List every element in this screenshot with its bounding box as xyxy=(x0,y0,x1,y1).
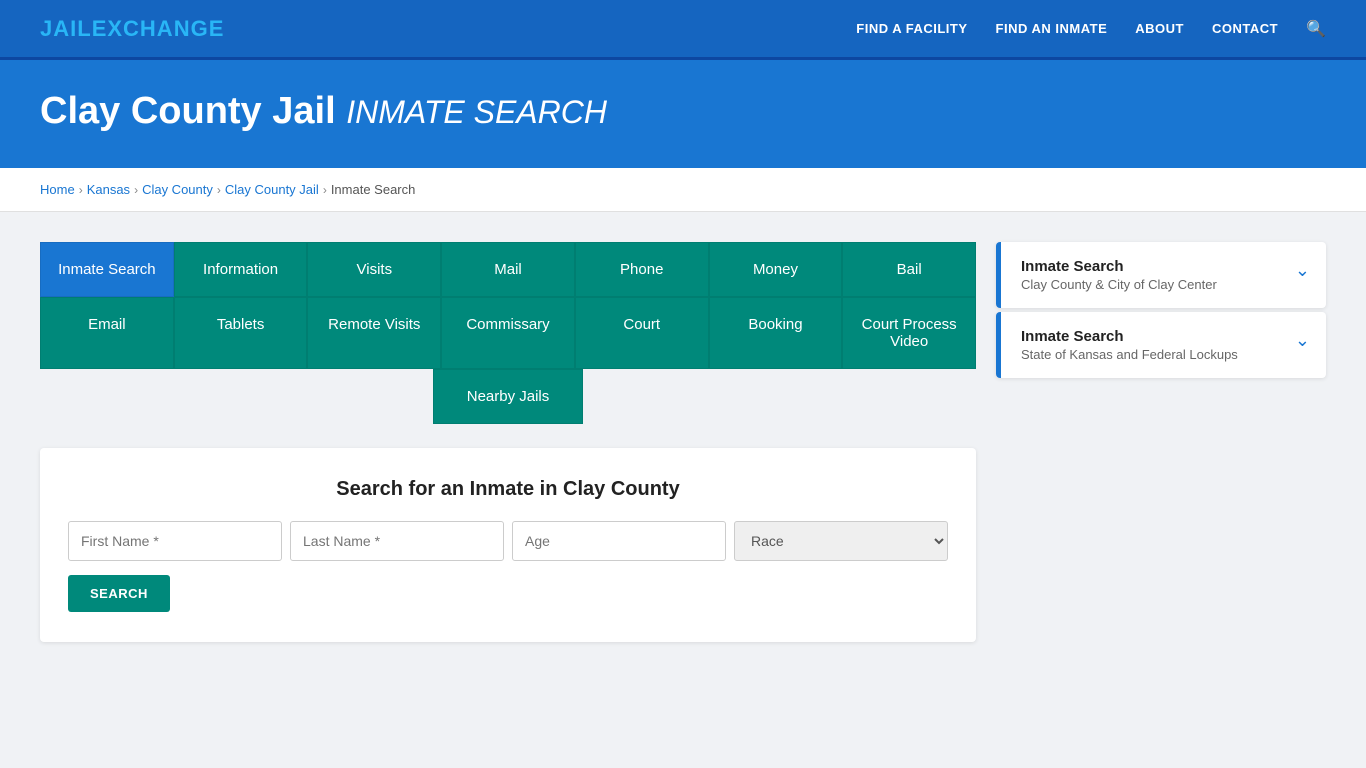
sidebar-card-kansas-federal-text: Inmate Search State of Kansas and Federa… xyxy=(1021,328,1238,362)
sidebar-card-kansas-federal-header[interactable]: Inmate Search State of Kansas and Federa… xyxy=(996,312,1326,378)
sidebar-card-kansas-federal-title: Inmate Search xyxy=(1021,328,1238,345)
breadcrumb-home[interactable]: Home xyxy=(40,182,75,197)
breadcrumb-sep-2: › xyxy=(134,183,138,197)
last-name-input[interactable] xyxy=(290,521,504,561)
breadcrumb-kansas[interactable]: Kansas xyxy=(87,182,130,197)
breadcrumb-sep-3: › xyxy=(217,183,221,197)
tile-inmate-search[interactable]: Inmate Search xyxy=(40,242,174,297)
search-button[interactable]: SEARCH xyxy=(68,575,170,612)
tile-court[interactable]: Court xyxy=(575,297,709,369)
logo-exchange: EXCHANGE xyxy=(92,16,225,41)
tile-remote-visits[interactable]: Remote Visits xyxy=(307,297,441,369)
sidebar-card-clay-county-title: Inmate Search xyxy=(1021,258,1217,275)
nav-contact[interactable]: CONTACT xyxy=(1212,21,1278,36)
breadcrumb-clay-county[interactable]: Clay County xyxy=(142,182,213,197)
hero-title-italic: INMATE SEARCH xyxy=(346,94,607,130)
tile-commissary[interactable]: Commissary xyxy=(441,297,575,369)
tiles-row-3: Nearby Jails xyxy=(40,369,976,424)
logo-jail: JAIL xyxy=(40,16,92,41)
search-section: Search for an Inmate in Clay County Race… xyxy=(40,448,976,642)
race-select[interactable]: Race White Black Hispanic Asian Other xyxy=(734,521,948,561)
nav-about[interactable]: ABOUT xyxy=(1135,21,1184,36)
sidebar-card-kansas-federal: Inmate Search State of Kansas and Federa… xyxy=(996,312,1326,378)
tile-bail[interactable]: Bail xyxy=(842,242,976,297)
search-fields: Race White Black Hispanic Asian Other xyxy=(68,521,948,561)
sidebar-card-clay-county-header[interactable]: Inmate Search Clay County & City of Clay… xyxy=(996,242,1326,308)
tile-visits[interactable]: Visits xyxy=(307,242,441,297)
page-title: Clay County Jail INMATE SEARCH xyxy=(40,90,1326,133)
breadcrumb-sep-1: › xyxy=(79,183,83,197)
sidebar-card-clay-county-subtitle: Clay County & City of Clay Center xyxy=(1021,277,1217,292)
tile-information[interactable]: Information xyxy=(174,242,308,297)
right-sidebar: Inmate Search Clay County & City of Clay… xyxy=(996,242,1326,382)
tile-tablets[interactable]: Tablets xyxy=(174,297,308,369)
search-icon[interactable]: 🔍 xyxy=(1306,19,1326,39)
tile-nearby-jails[interactable]: Nearby Jails xyxy=(433,369,583,424)
sidebar-card-clay-county: Inmate Search Clay County & City of Clay… xyxy=(996,242,1326,308)
breadcrumb: Home › Kansas › Clay County › Clay Count… xyxy=(0,168,1366,212)
main-content: Inmate Search Information Visits Mail Ph… xyxy=(0,212,1366,672)
sidebar-card-clay-county-text: Inmate Search Clay County & City of Clay… xyxy=(1021,258,1217,292)
nav-find-facility[interactable]: FIND A FACILITY xyxy=(856,21,967,36)
hero-banner: Clay County Jail INMATE SEARCH xyxy=(0,60,1366,168)
tiles-row-1: Inmate Search Information Visits Mail Ph… xyxy=(40,242,976,297)
tiles-row-2: Email Tablets Remote Visits Commissary C… xyxy=(40,297,976,369)
tile-money[interactable]: Money xyxy=(709,242,843,297)
breadcrumb-clay-county-jail[interactable]: Clay County Jail xyxy=(225,182,319,197)
logo[interactable]: JAILEXCHANGE xyxy=(40,16,224,42)
chevron-down-icon: ⌄ xyxy=(1295,260,1310,281)
chevron-down-icon-2: ⌄ xyxy=(1295,330,1310,351)
nav-links: FIND A FACILITY FIND AN INMATE ABOUT CON… xyxy=(856,19,1326,39)
age-input[interactable] xyxy=(512,521,726,561)
tile-booking[interactable]: Booking xyxy=(709,297,843,369)
tile-mail[interactable]: Mail xyxy=(441,242,575,297)
search-form-title: Search for an Inmate in Clay County xyxy=(68,478,948,501)
sidebar-card-kansas-federal-subtitle: State of Kansas and Federal Lockups xyxy=(1021,347,1238,362)
tile-email[interactable]: Email xyxy=(40,297,174,369)
first-name-input[interactable] xyxy=(68,521,282,561)
breadcrumb-sep-4: › xyxy=(323,183,327,197)
breadcrumb-current: Inmate Search xyxy=(331,182,416,197)
tiles-container: Inmate Search Information Visits Mail Ph… xyxy=(40,242,976,424)
nav-find-inmate[interactable]: FIND AN INMATE xyxy=(996,21,1108,36)
tile-phone[interactable]: Phone xyxy=(575,242,709,297)
tile-court-process-video[interactable]: Court Process Video xyxy=(842,297,976,369)
hero-title-main: Clay County Jail xyxy=(40,90,336,132)
left-section: Inmate Search Information Visits Mail Ph… xyxy=(40,242,976,642)
navbar: JAILEXCHANGE FIND A FACILITY FIND AN INM… xyxy=(0,0,1366,60)
